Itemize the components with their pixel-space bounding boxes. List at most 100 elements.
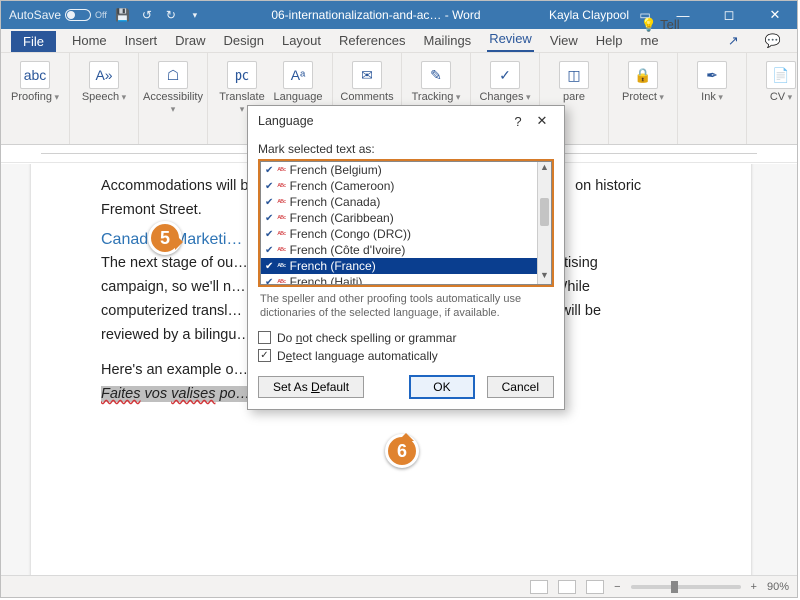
compare-icon: ◫ xyxy=(559,61,589,89)
proofing-button[interactable]: abcProofing xyxy=(9,57,61,103)
ok-button[interactable]: OK xyxy=(409,375,474,399)
language-option[interactable]: ✔ ᴬᴮᶜ French (Belgium) xyxy=(261,162,537,178)
scroll-down-icon[interactable]: ▼ xyxy=(538,270,551,284)
language-option-label: French (Caribbean) xyxy=(290,211,394,225)
maximize-button[interactable]: ◻ xyxy=(707,1,751,29)
tab-review[interactable]: Review xyxy=(487,28,534,52)
language-option[interactable]: ✔ᴬᴮᶜFrench (Haiti) xyxy=(261,274,537,285)
tab-mailings[interactable]: Mailings xyxy=(422,30,474,52)
proofing-icon: ᴬᴮᶜ xyxy=(277,182,285,191)
ink-button[interactable]: ✒Ink xyxy=(686,57,738,103)
undo-icon[interactable]: ↺ xyxy=(139,7,155,23)
speech-button[interactable]: A»Speech xyxy=(78,57,130,103)
autosave-label: AutoSave xyxy=(9,8,61,22)
language-option[interactable]: ✔ᴬᴮᶜFrench (Congo (DRC)) xyxy=(261,226,537,242)
listbox-scrollbar[interactable]: ▲ ▼ xyxy=(537,162,551,284)
user-name[interactable]: Kayla Claypool xyxy=(549,8,629,22)
scroll-up-icon[interactable]: ▲ xyxy=(538,162,551,176)
ribbon-options-icon[interactable]: ▭ xyxy=(637,7,653,23)
dialog-help-button[interactable]: ? xyxy=(506,114,530,129)
dialog-title: Language xyxy=(258,114,314,128)
resume-icon: 📄 xyxy=(766,61,796,89)
language-option-label: French (Cameroon) xyxy=(290,179,395,193)
print-layout-button[interactable] xyxy=(558,580,576,594)
checkbox-no-check[interactable]: Do not check spelling or grammar xyxy=(258,329,554,347)
mark-text-label: Mark selected text as: xyxy=(258,140,554,159)
zoom-level[interactable]: 90% xyxy=(767,581,789,593)
language-option[interactable]: ✔ᴬᴮᶜFrench (Canada) xyxy=(261,194,537,210)
tab-draw[interactable]: Draw xyxy=(173,30,207,52)
status-bar: − + 90% xyxy=(1,575,797,597)
scrollbar-thumb[interactable] xyxy=(540,198,549,226)
checkbox-unchecked-icon xyxy=(258,331,271,344)
dialog-titlebar[interactable]: Language ? ✕ xyxy=(248,106,564,136)
checkmark-icon: ✔ xyxy=(265,181,273,192)
autosave-toggle[interactable]: AutoSave Off xyxy=(9,8,107,22)
language-option-label: French (Haiti) xyxy=(290,275,363,285)
tab-file[interactable]: File xyxy=(11,31,56,52)
language-option-label: French (Belgium) xyxy=(290,163,382,177)
share-button[interactable]: ↗ xyxy=(722,30,745,52)
language-option-label: French (Côte d'Ivoire) xyxy=(290,243,406,257)
spellcheck-icon: abc xyxy=(20,61,50,89)
proofing-icon: ᴬᴮᶜ xyxy=(277,278,285,286)
tab-home[interactable]: Home xyxy=(70,30,109,52)
redo-icon[interactable]: ↻ xyxy=(163,7,179,23)
checkbox-checked-icon: ✓ xyxy=(258,349,271,362)
zoom-out-button[interactable]: − xyxy=(614,581,620,593)
language-option-label: French (France) xyxy=(290,259,376,273)
language-listbox[interactable]: ✔ ᴬᴮᶜ French (Belgium) ✔ ᴬᴮᶜ French (Cameroon… xyxy=(260,161,552,285)
accessibility-button[interactable]: ☖Accessibility xyxy=(147,57,199,115)
translate-icon: ㍶ xyxy=(227,61,257,89)
read-mode-button[interactable] xyxy=(530,580,548,594)
cancel-button[interactable]: Cancel xyxy=(487,376,554,398)
language-option[interactable]: ✔ ᴬᴮᶜ French (Cameroon) xyxy=(261,178,537,194)
set-as-default-button[interactable]: Set As Default xyxy=(258,376,364,398)
proofing-icon: ᴬᴮᶜ xyxy=(277,166,285,175)
checkmark-icon: ✔ xyxy=(265,261,273,272)
proofing-icon: ᴬᴮᶜ xyxy=(277,214,285,223)
accessibility-icon: ☖ xyxy=(158,61,188,89)
lock-icon: 🔒 xyxy=(628,61,658,89)
tab-help[interactable]: Help xyxy=(594,30,625,52)
changes-icon: ✓ xyxy=(490,61,520,89)
document-title: 06-internationalization-and-ac… - Word xyxy=(211,8,541,22)
ink-icon: ✒ xyxy=(697,61,727,89)
tab-layout[interactable]: Layout xyxy=(280,30,323,52)
checkmark-icon: ✔ xyxy=(265,165,273,176)
language-option[interactable]: ✔ᴬᴮᶜFrench (France) xyxy=(261,258,537,274)
tab-references[interactable]: References xyxy=(337,30,407,52)
autosave-pill-icon xyxy=(65,9,91,21)
save-icon[interactable]: 💾 xyxy=(115,7,131,23)
tab-design[interactable]: Design xyxy=(222,30,266,52)
close-window-button[interactable]: ✕ xyxy=(753,1,797,29)
autosave-state: Off xyxy=(95,10,107,20)
checkmark-icon: ✔ xyxy=(265,197,273,208)
protect-button[interactable]: 🔒Protect xyxy=(617,57,669,103)
zoom-slider[interactable] xyxy=(631,585,741,589)
language-option-label: French (Congo (DRC)) xyxy=(290,227,411,241)
comments-pane-button[interactable]: 💬 xyxy=(759,30,787,52)
callout-6: 6 xyxy=(385,434,419,468)
qat-dropdown-icon[interactable]: ▾ xyxy=(187,7,203,23)
language-option[interactable]: ✔ᴬᴮᶜFrench (Côte d'Ivoire) xyxy=(261,242,537,258)
dialog-close-button[interactable]: ✕ xyxy=(530,113,554,129)
changes-button[interactable]: ✓Changes xyxy=(479,57,531,103)
tab-view[interactable]: View xyxy=(548,30,580,52)
dialog-hint: The speller and other proofing tools aut… xyxy=(258,287,554,329)
checkmark-icon: ✔ xyxy=(265,213,273,224)
zoom-in-button[interactable]: + xyxy=(751,581,757,593)
read-aloud-icon: A» xyxy=(89,61,119,89)
compare-button[interactable]: ◫pare xyxy=(548,57,600,103)
language-option[interactable]: ✔ ᴬᴮᶜ French (Caribbean) xyxy=(261,210,537,226)
tab-insert[interactable]: Insert xyxy=(123,30,160,52)
ribbon-tabs: File Home Insert Draw Design Layout Refe… xyxy=(1,29,797,53)
tracking-button[interactable]: ✎Tracking xyxy=(410,57,462,103)
callout-5-highlight: ✔ ᴬᴮᶜ French (Belgium) ✔ ᴬᴮᶜ French (Cameroon… xyxy=(258,159,554,287)
web-layout-button[interactable] xyxy=(586,580,604,594)
callout-5: 5 xyxy=(148,221,182,255)
checkbox-detect-language[interactable]: ✓ Detect language automatically xyxy=(258,347,554,365)
cv-button[interactable]: 📄CV xyxy=(755,57,800,103)
language-dialog: Language ? ✕ Mark selected text as: ✔ᴬᴮᶜ… xyxy=(247,105,565,410)
language-option-label: French (Canada) xyxy=(290,195,381,209)
